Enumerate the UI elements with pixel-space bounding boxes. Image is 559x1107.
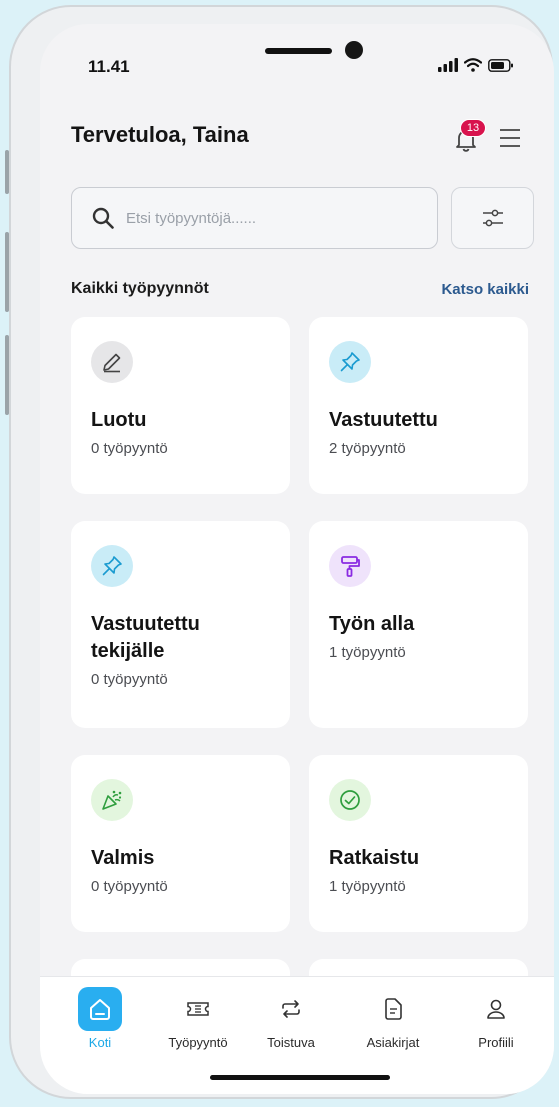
paint-roller-icon: [341, 556, 360, 577]
card-title: Vastuutettu tekijälle: [91, 613, 200, 662]
party-popper-icon: [102, 790, 122, 810]
card-count: 1 työpyyntö: [329, 644, 406, 661]
nav-item-toistuva[interactable]: Toistuva: [251, 987, 331, 1050]
card-count: 2 työpyyntö: [329, 440, 406, 457]
menu-icon[interactable]: [499, 128, 521, 148]
status-card-luotu[interactable]: Luotu 0 työpyyntö: [71, 317, 290, 494]
greeting-title: Tervetuloa, Taina: [71, 122, 249, 147]
home-indicator: [210, 1075, 390, 1080]
card-icon-bg: [91, 779, 133, 821]
dynamic-island: [265, 48, 332, 54]
document-icon: [385, 998, 402, 1020]
signal-icon: [438, 58, 458, 72]
card-count: 0 työpyyntö: [91, 440, 168, 457]
see-all-link[interactable]: Katso kaikki: [441, 281, 529, 298]
battery-icon: [488, 58, 513, 72]
card-count: 1 työpyyntö: [329, 878, 406, 895]
pin-icon: [340, 352, 360, 372]
app-screen: 11.41 Tervetuloa, Taina 13 Etsi työpyynt…: [40, 24, 554, 1094]
nav-label: Työpyyntö: [168, 1035, 228, 1050]
nav-label: Profiili: [478, 1035, 514, 1050]
search-input[interactable]: [126, 209, 386, 227]
card-icon-bg: [91, 341, 133, 383]
ticket-icon: [187, 1002, 209, 1016]
camera: [345, 41, 363, 59]
status-card-valmis[interactable]: Valmis 0 työpyyntö: [71, 755, 290, 932]
repeat-icon: [282, 1000, 300, 1018]
nav-item-koti[interactable]: Koti: [60, 987, 140, 1050]
wifi-icon: [464, 58, 482, 72]
search-icon: [92, 207, 114, 229]
nav-item-tyopyynto[interactable]: Työpyyntö: [158, 987, 238, 1050]
nav-label: Koti: [88, 1035, 112, 1050]
status-icons: [438, 58, 514, 72]
phone-frame: 11.41 Tervetuloa, Taina 13 Etsi työpyynt…: [9, 5, 554, 1099]
card-title: Työn alla: [329, 613, 415, 635]
card-title: Ratkaistu: [329, 847, 420, 869]
pin-icon: [102, 556, 122, 576]
search-box[interactable]: [71, 187, 438, 249]
nav-label: Asiakirjat: [366, 1035, 420, 1050]
check-circle-icon: [340, 790, 360, 810]
home-icon: [78, 987, 122, 1031]
nav-item-profiili[interactable]: Profiili: [456, 987, 536, 1050]
card-count: 0 työpyyntö: [91, 671, 168, 688]
card-icon-bg: [329, 545, 371, 587]
user-icon: [487, 999, 505, 1019]
status-card-ratkaistu[interactable]: Ratkaistu 1 työpyyntö: [309, 755, 528, 932]
card-title: Luotu: [91, 409, 147, 431]
nav-item-asiakirjat[interactable]: Asiakirjat: [353, 987, 433, 1050]
card-icon-bg: [329, 779, 371, 821]
status-card-vastuutettu[interactable]: Vastuutettu 2 työpyyntö: [309, 317, 528, 494]
card-count: 0 työpyyntö: [91, 878, 168, 895]
status-card-tyon-alla[interactable]: Työn alla 1 työpyyntö: [309, 521, 528, 728]
card-icon-bg: [91, 545, 133, 587]
notification-badge: 13: [460, 119, 486, 137]
card-title: Vastuutettu: [329, 409, 438, 431]
card-icon-bg: [329, 341, 371, 383]
status-time: 11.41: [88, 57, 130, 76]
section-title: Kaikki työpyynnöt: [71, 280, 209, 297]
filter-button[interactable]: [451, 187, 534, 249]
pencil-icon: [103, 353, 121, 373]
filter-icon: [482, 209, 503, 227]
nav-label: Toistuva: [267, 1035, 315, 1050]
status-bar: 11.41: [40, 24, 554, 114]
card-title: Valmis: [91, 847, 155, 869]
status-card-vastuutettu-tekijalle[interactable]: Vastuutettu tekijälle 0 työpyyntö: [71, 521, 290, 728]
